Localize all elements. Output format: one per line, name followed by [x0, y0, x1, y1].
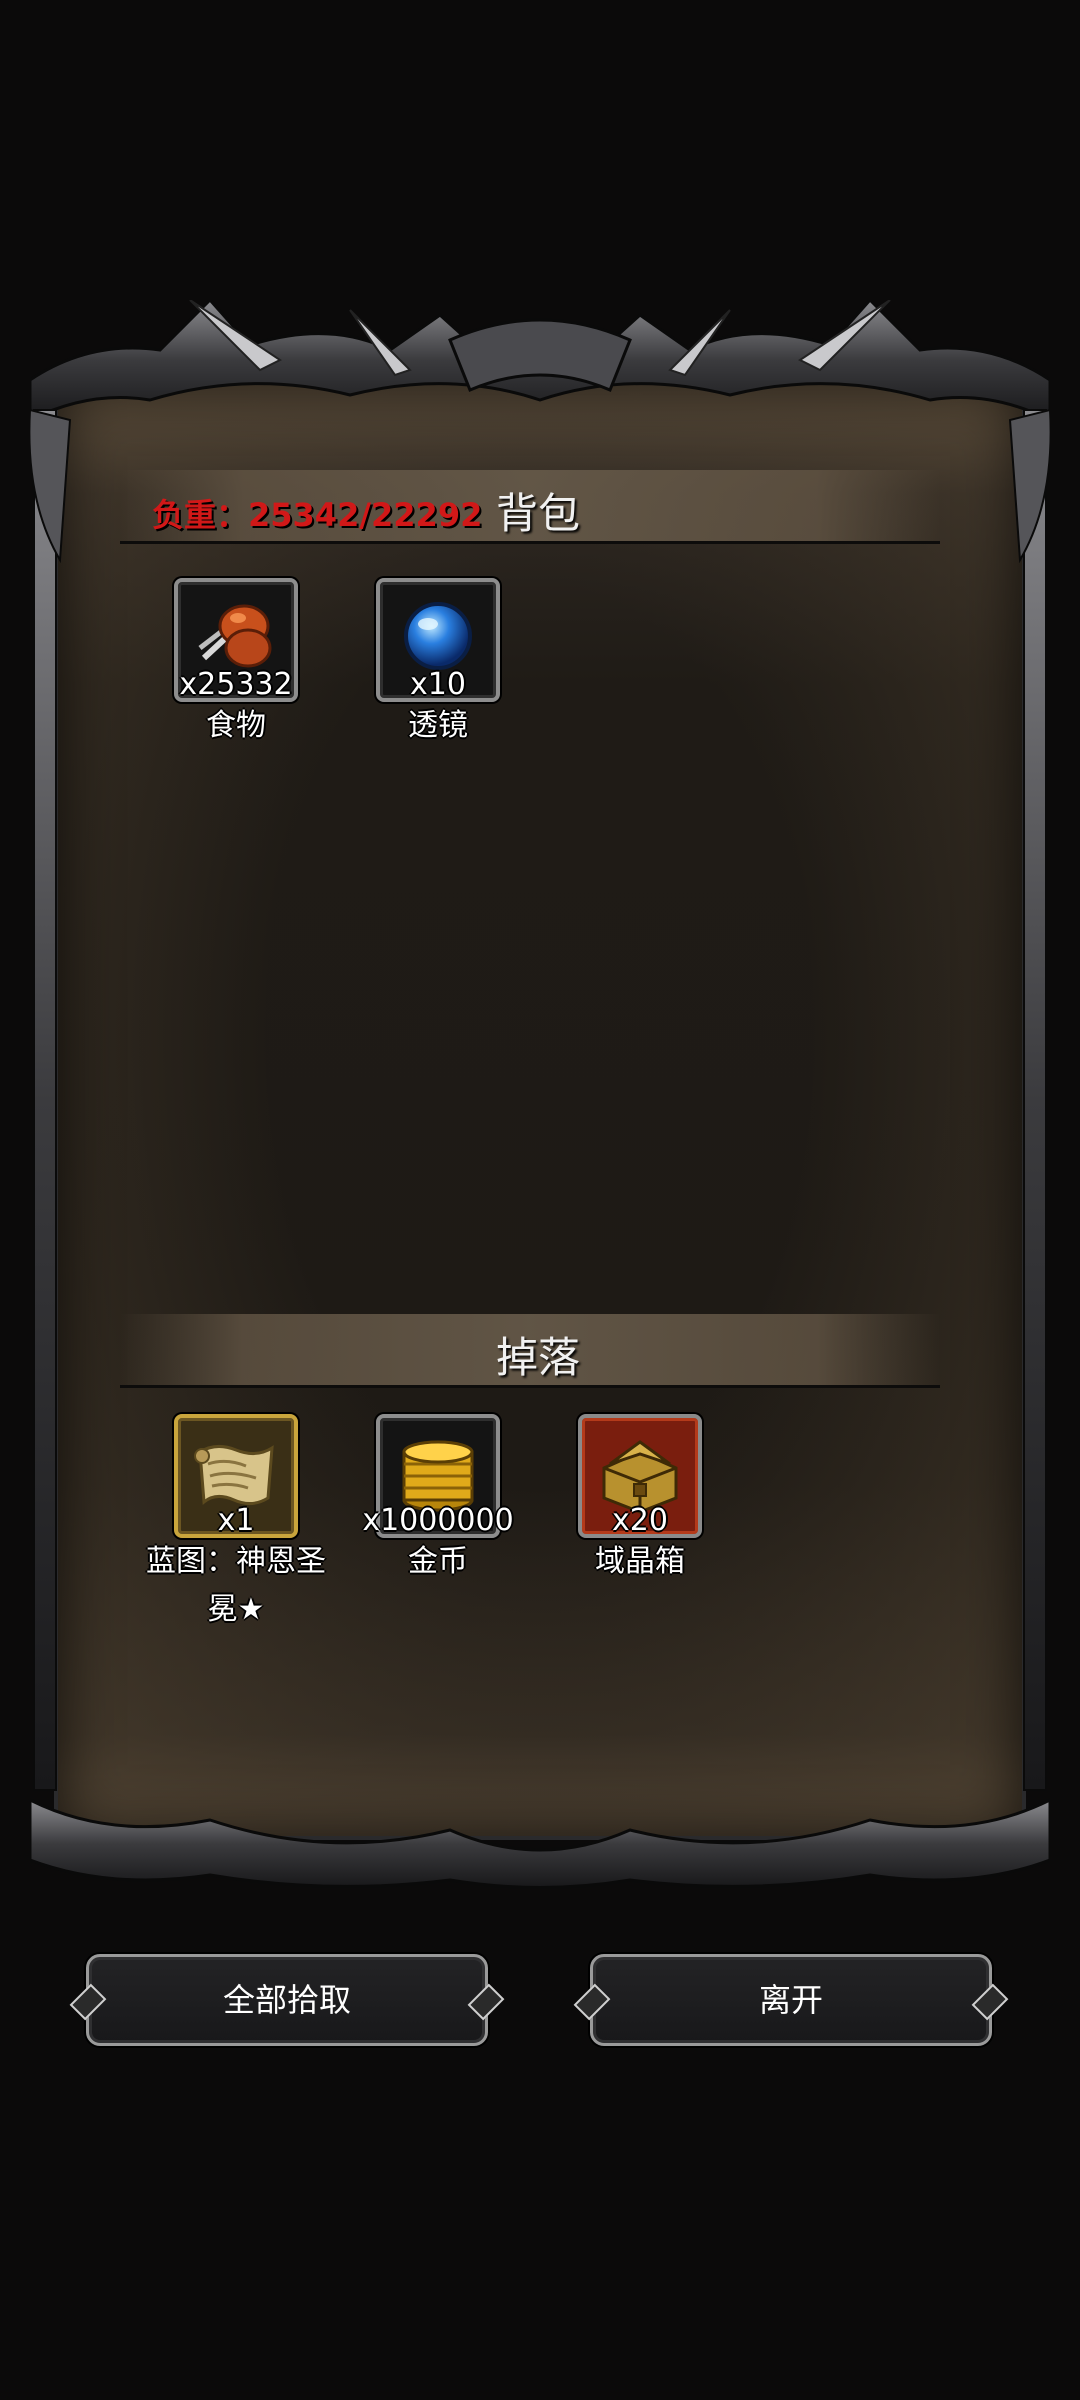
bag-item-food[interactable]: x25332 食物	[136, 578, 336, 750]
bag-title: 背包	[496, 489, 581, 538]
leave-button[interactable]: 离开	[590, 1954, 992, 2046]
carry-weight-label: 负重：25342/22292	[152, 496, 483, 534]
item-name: 食物	[206, 708, 266, 743]
item-name: 蓝图：神恩圣冕★	[146, 1544, 326, 1627]
item-slot[interactable]: x20	[578, 1414, 702, 1538]
item-quantity: x1	[217, 1503, 255, 1538]
drop-item-blueprint[interactable]: x1 蓝图：神恩圣冕★	[136, 1414, 336, 1634]
pickup-all-button[interactable]: 全部拾取	[86, 1954, 488, 2046]
item-quantity: x1000000	[362, 1503, 514, 1538]
item-slot[interactable]: x10	[376, 578, 500, 702]
item-slot[interactable]: x1000000	[362, 1414, 514, 1538]
item-name: 透镜	[408, 708, 468, 743]
item-slot[interactable]: x25332	[174, 578, 298, 702]
bag-item-lens[interactable]: x10 透镜	[338, 578, 538, 750]
item-quantity: x10	[410, 667, 466, 702]
item-name: 域晶箱	[595, 1544, 685, 1579]
item-quantity: x20	[612, 1503, 668, 1538]
item-name: 金币	[408, 1544, 468, 1579]
item-slot[interactable]: x1	[174, 1414, 298, 1538]
drop-item-gold[interactable]: x1000000 金币	[338, 1414, 538, 1586]
item-quantity: x25332	[179, 667, 293, 702]
drop-title: 掉落	[496, 1333, 581, 1382]
drop-item-crystal-chest[interactable]: x20 域晶箱	[540, 1414, 740, 1586]
